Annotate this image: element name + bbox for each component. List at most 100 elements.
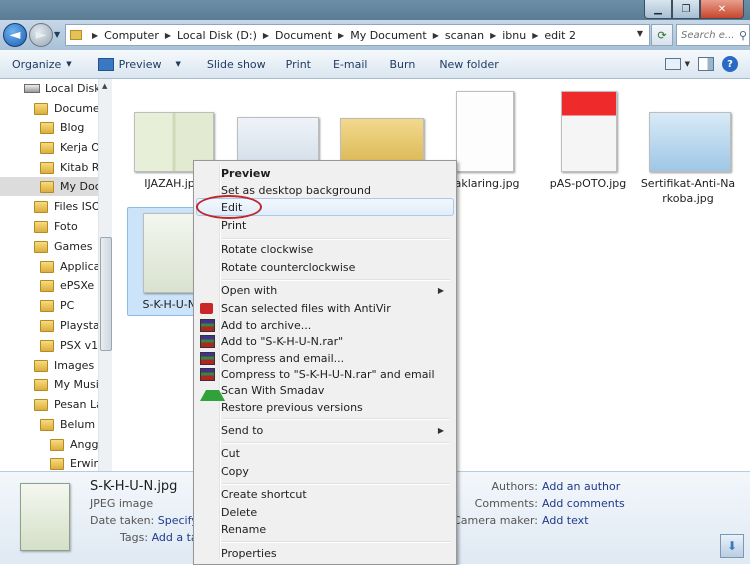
nav-angga[interactable]: Angga: [50, 435, 105, 454]
burn-button[interactable]: Burn: [389, 58, 415, 71]
breadcrumb-local-disk[interactable]: Local Disk (D:): [177, 29, 257, 42]
nav-scrollbar[interactable]: ▲: [98, 79, 112, 471]
menu-item-open-with[interactable]: Open with ▶: [196, 281, 452, 299]
nav-my-document[interactable]: My Doc: [0, 177, 101, 196]
back-button[interactable]: ◄: [3, 23, 27, 47]
menu-item-properties[interactable]: Properties: [196, 544, 452, 562]
menu-item-restore-previous-versions[interactable]: Restore previous versions: [196, 398, 452, 416]
search-box[interactable]: ⚲: [676, 24, 750, 46]
folder-icon: [34, 200, 48, 213]
menu-item-send-to[interactable]: Send to ▶: [196, 421, 452, 439]
folder-icon: [50, 457, 64, 470]
menu-item-rotate-counterclockwise[interactable]: Rotate counterclockwise: [196, 258, 452, 276]
menu-item-create-shortcut[interactable]: Create shortcut: [196, 485, 452, 503]
breadcrumb-edit-2[interactable]: edit 2: [544, 29, 576, 42]
folder-icon: [40, 339, 54, 352]
thumbnail-pas-foto[interactable]: [561, 91, 617, 172]
organize-label: Organize: [12, 57, 62, 71]
nav-applica[interactable]: Applica: [40, 257, 100, 276]
comments-value[interactable]: Add comments: [542, 497, 625, 510]
menu-label: Delete: [221, 505, 258, 519]
nav-label: Local Disk: [45, 82, 101, 95]
winrar-icon: [200, 351, 215, 365]
maximize-button[interactable]: ❐: [672, 0, 700, 19]
folder-icon: [70, 30, 82, 40]
nav-local-disk[interactable]: Local Disk: [24, 79, 101, 98]
folder-icon: [40, 121, 54, 134]
forward-button[interactable]: ►: [29, 23, 53, 47]
minimize-button[interactable]: ▁: [644, 0, 672, 19]
menu-item-rotate-clockwise[interactable]: Rotate clockwise: [196, 240, 452, 258]
breadcrumb-computer[interactable]: Computer: [104, 29, 159, 42]
search-input[interactable]: [677, 28, 739, 42]
file-label-line2: rkoba.jpg: [662, 192, 714, 205]
breadcrumb-document[interactable]: Document: [275, 29, 332, 42]
camera-value[interactable]: Add text: [542, 514, 589, 527]
preview-button[interactable]: Preview ▼: [97, 57, 181, 71]
tags-value[interactable]: Add a ta: [152, 531, 198, 544]
menu-label: Rotate clockwise: [221, 242, 314, 256]
scrollbar-thumb[interactable]: [100, 237, 112, 351]
nav-playstat[interactable]: Playstat: [40, 316, 104, 335]
nav-document[interactable]: Documen: [34, 99, 107, 118]
help-icon[interactable]: ?: [722, 56, 738, 72]
menu-label: Open with: [221, 283, 278, 297]
nav-label: PC: [60, 299, 75, 312]
nav-pc[interactable]: PC: [40, 296, 74, 315]
new-folder-button[interactable]: New folder: [439, 58, 498, 71]
scroll-up-icon[interactable]: ▲: [102, 82, 107, 90]
nav-my-music[interactable]: My Music: [34, 375, 105, 394]
menu-item-copy[interactable]: Copy: [196, 462, 452, 480]
menu-item-scan-antivir[interactable]: Scan selected files with AntiVir: [196, 299, 452, 317]
nav-belum[interactable]: Belum: [40, 415, 95, 434]
menu-label: Compress and email...: [221, 351, 345, 365]
breadcrumb-ibnu[interactable]: ibnu: [502, 29, 526, 42]
menu-item-scan-smadav[interactable]: Scan With Smadav: [196, 381, 452, 401]
context-menu: Preview Set as desktop background Edit P…: [193, 160, 457, 565]
file-label-skhun[interactable]: S-K-H-U-N: [106, 297, 196, 312]
breadcrumb-my-document[interactable]: My Document: [350, 29, 426, 42]
file-label-line1: Sertifikat-Anti-Na: [640, 177, 736, 190]
preview-pane-icon[interactable]: [698, 57, 714, 71]
print-button[interactable]: Print: [286, 58, 311, 71]
menu-item-delete[interactable]: Delete: [196, 503, 452, 521]
nav-kerja[interactable]: Kerja Or: [40, 138, 104, 157]
address-box[interactable]: ▶ Computer ▶ Local Disk (D:) ▶ Document …: [65, 24, 650, 46]
organize-button[interactable]: Organize ▼: [12, 58, 72, 71]
menu-item-cut[interactable]: Cut: [196, 444, 452, 462]
download-arrow-icon[interactable]: ⬇: [720, 534, 744, 558]
menu-label: Compress to "S-K-H-U-N.rar" and email: [221, 367, 435, 381]
address-dropdown-icon[interactable]: ▼: [637, 29, 643, 38]
slideshow-button[interactable]: Slide show: [207, 58, 266, 71]
nav-games[interactable]: Games: [34, 237, 92, 256]
search-icon[interactable]: ⚲: [739, 29, 747, 42]
nav-kitab[interactable]: Kitab Ri: [40, 158, 103, 177]
authors-value[interactable]: Add an author: [542, 480, 620, 493]
nav-blog[interactable]: Blog: [40, 118, 84, 137]
thumbnail-skhun[interactable]: [143, 213, 195, 293]
nav-pesan[interactable]: Pesan Lar: [34, 395, 107, 414]
nav-files-iso[interactable]: Files ISO: [34, 197, 101, 216]
close-button[interactable]: ✕: [700, 0, 744, 19]
refresh-button[interactable]: ⟳: [651, 24, 673, 46]
nav-images[interactable]: Images: [34, 356, 94, 375]
menu-item-add-to-rar[interactable]: Add to "S-K-H-U-N.rar": [196, 332, 452, 350]
email-button[interactable]: E-mail: [333, 58, 368, 71]
nav-foto[interactable]: Foto: [34, 217, 78, 236]
menu-item-rename[interactable]: Rename: [196, 520, 452, 538]
nav-epsxe[interactable]: ePSXe v: [40, 276, 104, 295]
file-label-sertifikat[interactable]: Sertifikat-Anti-Na rkoba.jpg: [628, 176, 748, 206]
thumbnail-paklaring[interactable]: [456, 91, 514, 172]
view-icon[interactable]: [664, 58, 681, 70]
history-dropdown-icon[interactable]: ▼: [54, 30, 60, 39]
folder-icon: [34, 359, 48, 372]
nav-erwin[interactable]: Erwin: [50, 454, 101, 471]
thumbnail-sertifikat[interactable]: [649, 112, 731, 172]
submenu-arrow-icon: ▶: [437, 285, 444, 295]
folder-icon: [40, 260, 54, 273]
menu-item-preview[interactable]: Preview: [196, 164, 452, 182]
folder-icon: [50, 438, 64, 451]
view-dropdown-icon[interactable]: ▼: [685, 60, 690, 68]
breadcrumb-scanan[interactable]: scanan: [445, 29, 484, 42]
submenu-arrow-icon: ▶: [437, 425, 444, 435]
